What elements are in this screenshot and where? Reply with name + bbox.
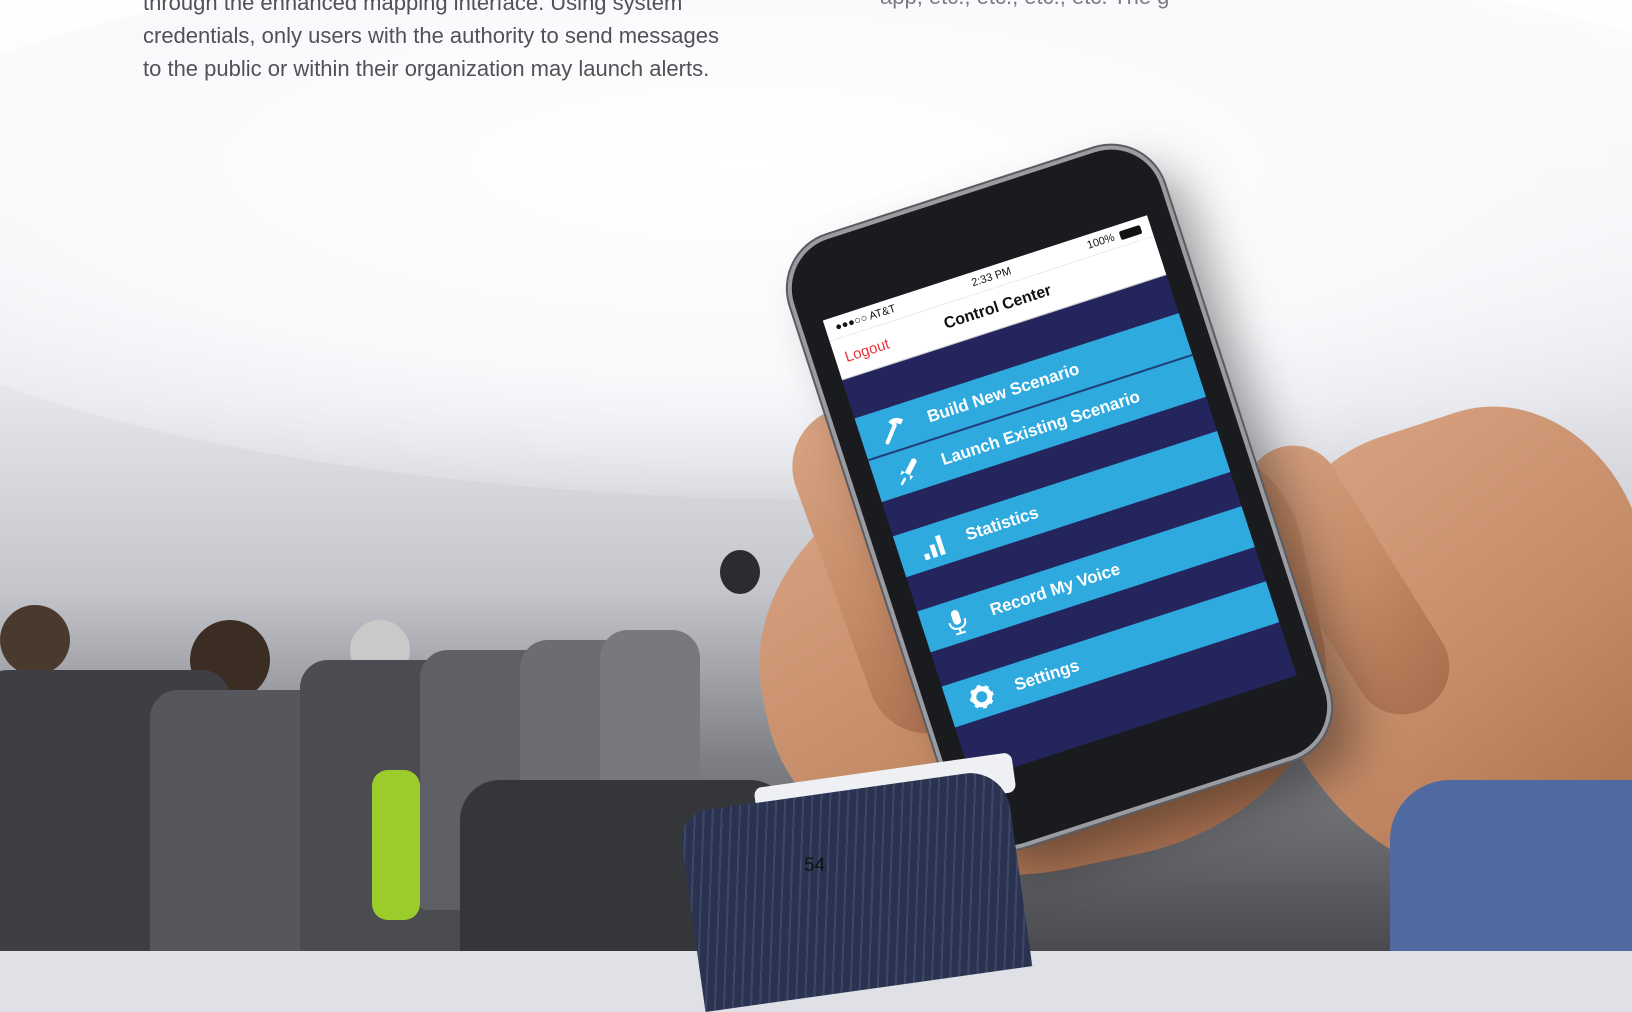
article-line: to the public or within their organizati… [143, 56, 710, 81]
article-text-right: app, etc., etc., etc., etc. The g [880, 0, 1169, 13]
passenger-head [0, 605, 70, 675]
article-line: through the enhanced mapping interface. … [143, 0, 683, 15]
right-sleeve [1390, 780, 1632, 951]
menu-item-label: Settings [1011, 655, 1082, 695]
battery-icon [1118, 224, 1143, 240]
article-line: credentials, only users with the authori… [143, 23, 719, 48]
passenger-green-jacket [372, 770, 420, 920]
page-number: 54 [804, 855, 826, 876]
article-text-left: through the enhanced mapping interface. … [143, 0, 803, 85]
passenger-head [720, 550, 760, 594]
